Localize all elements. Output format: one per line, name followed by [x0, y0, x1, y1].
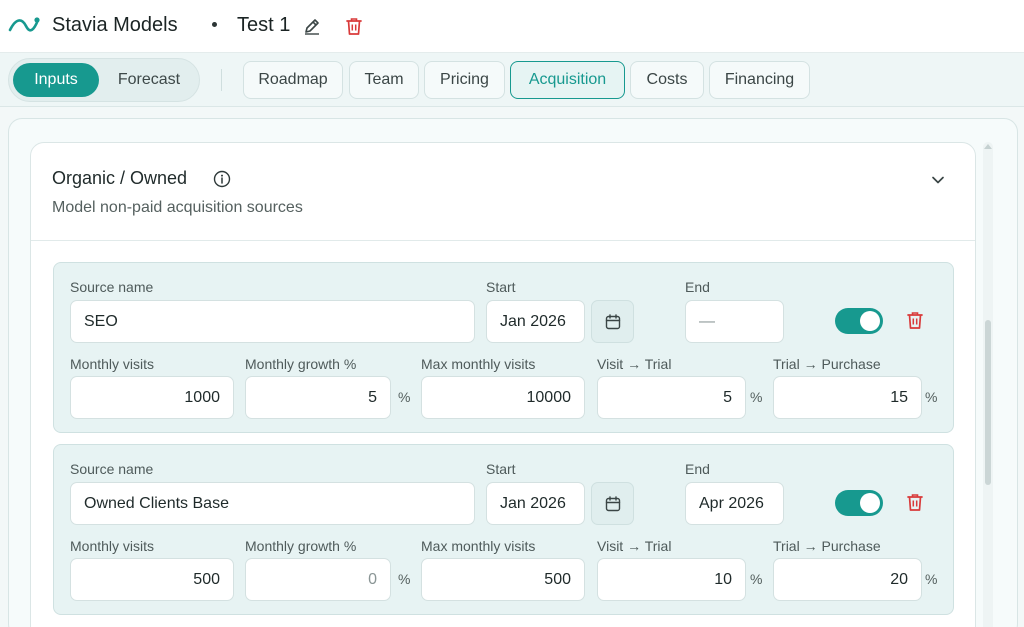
logo-wave-icon: [8, 17, 40, 32]
delete-source-trash-icon[interactable]: [906, 492, 924, 512]
monthly-growth-input[interactable]: 0: [245, 558, 391, 601]
percent-suffix: %: [750, 571, 763, 587]
calendar-icon: [605, 495, 620, 511]
delete-model-trash-icon[interactable]: [345, 16, 363, 36]
source-name-label: Source name: [70, 279, 154, 295]
section-title: Organic / Owned: [52, 168, 188, 188]
percent-suffix: %: [398, 389, 411, 405]
monthly-growth-label: Monthly growth %: [245, 356, 357, 372]
scrollbar-thumb[interactable]: [985, 320, 991, 485]
visit-trial-label: Visit → Trial: [597, 538, 672, 554]
monthly-visits-input[interactable]: 1000: [70, 376, 234, 419]
separator-dot: [212, 22, 217, 27]
percent-suffix: %: [750, 389, 763, 405]
tab-costs[interactable]: Costs: [630, 61, 704, 99]
trial-purchase-input[interactable]: 20: [773, 558, 922, 601]
source-name-input[interactable]: SEO: [70, 300, 475, 343]
nav-divider: [221, 69, 222, 91]
info-icon[interactable]: [213, 170, 231, 188]
toggle-knob: [860, 493, 880, 513]
percent-suffix: %: [925, 389, 938, 405]
source-enabled-toggle[interactable]: [835, 308, 883, 334]
monthly-visits-input[interactable]: 500: [70, 558, 234, 601]
pencil-icon[interactable]: [302, 16, 322, 36]
start-date-input[interactable]: Jan 2026: [486, 482, 585, 525]
chevron-down-icon[interactable]: [930, 174, 946, 186]
forecast-toggle-button[interactable]: Forecast: [105, 63, 193, 97]
source-name-input[interactable]: Owned Clients Base: [70, 482, 475, 525]
start-label: Start: [486, 461, 516, 477]
app-title: Stavia Models: [52, 14, 178, 36]
start-date-input[interactable]: Jan 2026: [486, 300, 585, 343]
trial-purchase-input[interactable]: 15: [773, 376, 922, 419]
tab-acquisition[interactable]: Acquisition: [510, 61, 625, 99]
visit-trial-input[interactable]: 10: [597, 558, 746, 601]
start-label: Start: [486, 279, 516, 295]
monthly-visits-label: Monthly visits: [70, 356, 155, 372]
section-divider: [31, 240, 975, 241]
tab-pricing[interactable]: Pricing: [424, 61, 505, 99]
trial-purchase-label: Trial → Purchase: [773, 538, 881, 554]
tab-financing[interactable]: Financing: [709, 61, 810, 99]
max-monthly-visits-input[interactable]: 500: [421, 558, 585, 601]
tab-roadmap[interactable]: Roadmap: [243, 61, 343, 99]
top-header: Stavia Models Test 1: [0, 0, 1024, 53]
source-name-label: Source name: [70, 461, 154, 477]
scroll-up-arrow-icon[interactable]: [984, 144, 992, 149]
end-label: End: [685, 279, 710, 295]
section-subtitle: Model non-paid acquisition sources: [52, 199, 303, 216]
inputs-toggle-button[interactable]: Inputs: [13, 63, 99, 97]
max-monthly-visits-label: Max monthly visits: [421, 538, 536, 554]
toggle-knob: [860, 311, 880, 331]
calendar-button[interactable]: [591, 482, 634, 525]
delete-source-trash-icon[interactable]: [906, 310, 924, 330]
visit-trial-label: Visit → Trial: [597, 356, 672, 372]
nav-bar: Inputs Forecast Roadmap Team Pricing Acq…: [0, 53, 1024, 107]
percent-suffix: %: [925, 571, 938, 587]
trial-purchase-label: Trial → Purchase: [773, 356, 881, 372]
calendar-icon: [605, 313, 620, 329]
max-monthly-visits-input[interactable]: 10000: [421, 376, 585, 419]
monthly-growth-label: Monthly growth %: [245, 538, 357, 554]
monthly-growth-input[interactable]: 5: [245, 376, 391, 419]
source-enabled-toggle[interactable]: [835, 490, 883, 516]
visit-trial-input[interactable]: 5: [597, 376, 746, 419]
calendar-button[interactable]: [591, 300, 634, 343]
percent-suffix: %: [398, 571, 411, 587]
end-date-input[interactable]: Apr 2026: [685, 482, 784, 525]
tab-team[interactable]: Team: [349, 61, 419, 99]
max-monthly-visits-label: Max monthly visits: [421, 356, 536, 372]
model-name: Test 1: [237, 14, 291, 36]
end-date-input[interactable]: —: [685, 300, 784, 343]
mode-toggle: Inputs Forecast: [8, 58, 200, 102]
monthly-visits-label: Monthly visits: [70, 538, 155, 554]
end-label: End: [685, 461, 710, 477]
